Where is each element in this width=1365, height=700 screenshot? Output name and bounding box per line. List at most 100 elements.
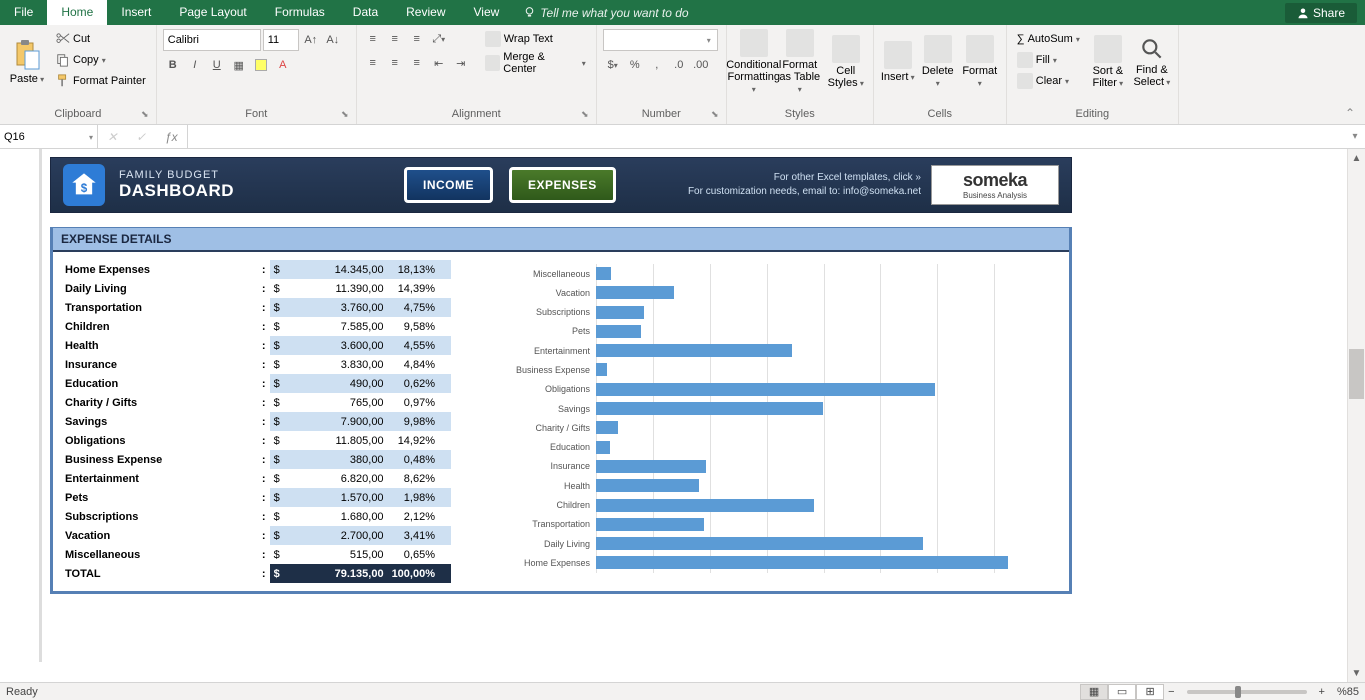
clipboard-launcher[interactable]: ⬊	[140, 109, 150, 119]
fill-color-button[interactable]	[251, 55, 271, 75]
page-break-view-button[interactable]: ⊞	[1136, 684, 1164, 700]
underline-button[interactable]: U	[207, 55, 227, 75]
tab-insert[interactable]: Insert	[107, 0, 165, 25]
expense-amount: 1.570,00	[288, 488, 388, 507]
page-layout-view-button[interactable]: ▭	[1108, 684, 1136, 700]
name-box[interactable]: Q16▾	[0, 125, 98, 149]
formula-bar: Q16▾ ✕ ✓ ƒx ▾	[0, 125, 1365, 149]
scroll-up-button[interactable]: ▲	[1348, 149, 1365, 167]
expense-table: Home Expenses : $ 14.345,00 18,13%Daily …	[61, 260, 451, 583]
orientation-button[interactable]: ⤢	[429, 29, 449, 49]
tab-formulas[interactable]: Formulas	[261, 0, 339, 25]
zoom-in-button[interactable]: +	[1315, 686, 1329, 698]
italic-button[interactable]: I	[185, 55, 205, 75]
alignment-launcher[interactable]: ⬊	[580, 109, 590, 119]
collapse-ribbon-button[interactable]: ⌃	[1345, 106, 1355, 120]
font-color-button[interactable]: A	[273, 55, 293, 75]
font-launcher[interactable]: ⬊	[340, 109, 350, 119]
enter-formula-button[interactable]: ✓	[136, 130, 146, 144]
tab-review[interactable]: Review	[392, 0, 459, 25]
chart-bar-label: Insurance	[485, 461, 596, 471]
find-select-button[interactable]: Find & Select	[1132, 29, 1172, 95]
bold-button[interactable]: B	[163, 55, 183, 75]
group-cells: Insert Delete Format Cells	[874, 25, 1007, 124]
scroll-down-button[interactable]: ▼	[1348, 664, 1365, 682]
decrease-indent-button[interactable]: ⇤	[429, 53, 449, 73]
cut-button[interactable]: Cut	[52, 29, 150, 49]
format-as-table-button[interactable]: Format as Table	[779, 29, 821, 95]
align-right-button[interactable]: ≡	[407, 53, 427, 73]
tab-view[interactable]: View	[460, 0, 514, 25]
zoom-out-button[interactable]: −	[1164, 686, 1178, 698]
expenses-button[interactable]: EXPENSES	[509, 167, 616, 203]
align-middle-button[interactable]: ≡	[385, 29, 405, 49]
currency-symbol: $	[270, 469, 288, 488]
zoom-level: %85	[1337, 686, 1359, 698]
someka-logo[interactable]: someka Business Analysis	[931, 165, 1059, 205]
clear-button[interactable]: Clear	[1013, 71, 1084, 91]
tab-file[interactable]: File	[0, 0, 47, 25]
chart-bar-label: Miscellaneous	[485, 269, 596, 279]
copy-button[interactable]: Copy	[52, 50, 150, 70]
paste-button[interactable]: Paste	[6, 29, 48, 95]
currency-symbol: $	[270, 526, 288, 545]
tab-home[interactable]: Home	[47, 0, 107, 25]
cells-label: Cells	[928, 108, 952, 120]
worksheet-area[interactable]: $ FAMILY BUDGET DASHBOARD INCOME EXPENSE…	[0, 149, 1365, 682]
accounting-button[interactable]: $	[603, 55, 623, 75]
fill-button[interactable]: Fill	[1013, 50, 1084, 70]
conditional-formatting-button[interactable]: Conditional Formatting	[733, 29, 775, 95]
fx-button[interactable]: ƒx	[165, 130, 178, 144]
scissors-icon	[56, 32, 70, 46]
align-bottom-button[interactable]: ≡	[407, 29, 427, 49]
chart-bar	[596, 479, 699, 492]
number-launcher[interactable]: ⬊	[710, 109, 720, 119]
vertical-scrollbar[interactable]: ▲ ▼	[1347, 149, 1365, 682]
expand-formula-button[interactable]: ▾	[1345, 125, 1365, 148]
group-styles: Conditional Formatting Format as Table C…	[727, 25, 874, 124]
wrap-text-button[interactable]: Wrap Text	[481, 29, 590, 49]
zoom-handle[interactable]	[1235, 686, 1241, 698]
tab-page-layout[interactable]: Page Layout	[165, 0, 260, 25]
status-bar: Ready ▦ ▭ ⊞ − + %85	[0, 682, 1365, 700]
format-painter-button[interactable]: Format Painter	[52, 71, 150, 91]
font-size-input[interactable]	[263, 29, 299, 51]
formula-input[interactable]	[188, 125, 1345, 148]
share-button[interactable]: Share	[1285, 3, 1357, 23]
chart-bar	[596, 363, 607, 376]
normal-view-button[interactable]: ▦	[1080, 684, 1108, 700]
increase-indent-button[interactable]: ⇥	[451, 53, 471, 73]
sort-filter-button[interactable]: Sort & Filter	[1088, 29, 1128, 95]
align-center-button[interactable]: ≡	[385, 53, 405, 73]
delete-cells-button[interactable]: Delete	[920, 29, 956, 95]
table-row: Obligations : $ 11.805,00 14,92%	[61, 431, 451, 450]
font-name-input[interactable]	[163, 29, 261, 51]
expense-label: Daily Living	[61, 279, 258, 298]
increase-font-button[interactable]: A↑	[301, 30, 321, 50]
autosum-button[interactable]: ∑AutoSum	[1013, 29, 1084, 49]
decrease-font-button[interactable]: A↓	[323, 30, 343, 50]
dashboard-logo: $	[63, 164, 105, 206]
income-button[interactable]: INCOME	[404, 167, 493, 203]
scroll-thumb[interactable]	[1349, 349, 1364, 399]
percent-button[interactable]: %	[625, 55, 645, 75]
merge-center-button[interactable]: Merge & Center	[481, 53, 590, 73]
insert-cells-button[interactable]: Insert	[880, 29, 916, 95]
cell-styles-button[interactable]: Cell Styles	[825, 29, 867, 95]
cancel-formula-button[interactable]: ✕	[107, 130, 117, 144]
tab-data[interactable]: Data	[339, 0, 392, 25]
dashboard-info: For other Excel templates, click » For c…	[688, 171, 921, 199]
table-row: Savings : $ 7.900,00 9,98%	[61, 412, 451, 431]
border-button[interactable]: ▦	[229, 55, 249, 75]
chart-bar	[596, 306, 644, 319]
increase-decimal-button[interactable]: .0	[669, 55, 689, 75]
house-dollar-icon: $	[70, 171, 98, 199]
comma-button[interactable]: ,	[647, 55, 667, 75]
align-left-button[interactable]: ≡	[363, 53, 383, 73]
zoom-slider[interactable]	[1187, 690, 1307, 694]
align-top-button[interactable]: ≡	[363, 29, 383, 49]
decrease-decimal-button[interactable]: .00	[691, 55, 711, 75]
number-format-dropdown[interactable]: ▾	[603, 29, 718, 51]
format-cells-button[interactable]: Format	[960, 29, 1000, 95]
tell-me-search[interactable]: Tell me what you want to do	[523, 6, 688, 20]
